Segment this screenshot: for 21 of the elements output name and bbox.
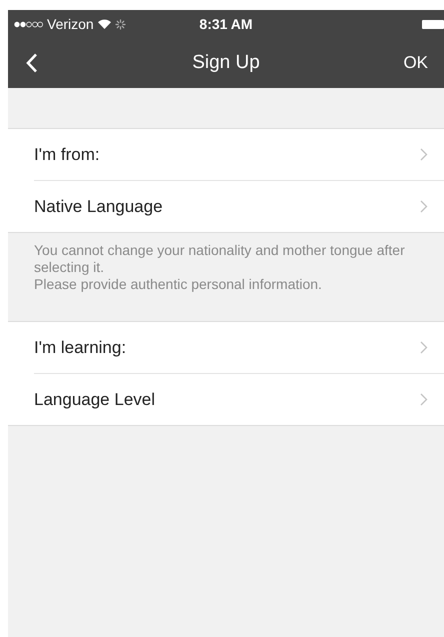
battery-icon (422, 20, 444, 28)
footer-note: Please provide authentic personal information. (34, 276, 323, 293)
row-label: I'm learning: (34, 338, 128, 358)
clock-time: 8:31 AM (199, 16, 253, 32)
row-label: I'm from: (34, 144, 101, 164)
screen-title: Sign Up (192, 52, 260, 73)
back-chevron-icon (26, 53, 38, 73)
row-label: Language Level (34, 390, 156, 410)
loading-spinner-icon (114, 18, 126, 30)
footer-note: You cannot change your nationality and mother tongue after selecting it. (34, 242, 406, 276)
row-label: Native Language (34, 196, 164, 216)
chevron-right-icon (420, 200, 428, 213)
chevron-right-icon (420, 393, 428, 406)
chevron-right-icon (420, 341, 428, 354)
chevron-right-icon (420, 148, 428, 161)
ok-button[interactable]: OK (399, 49, 432, 77)
list-row[interactable]: Language Level (34, 374, 444, 425)
signal-icon (14, 20, 43, 28)
list-row[interactable]: Native Language (34, 181, 444, 232)
wifi-icon (98, 19, 111, 29)
carrier-name: Verizon (47, 16, 94, 32)
